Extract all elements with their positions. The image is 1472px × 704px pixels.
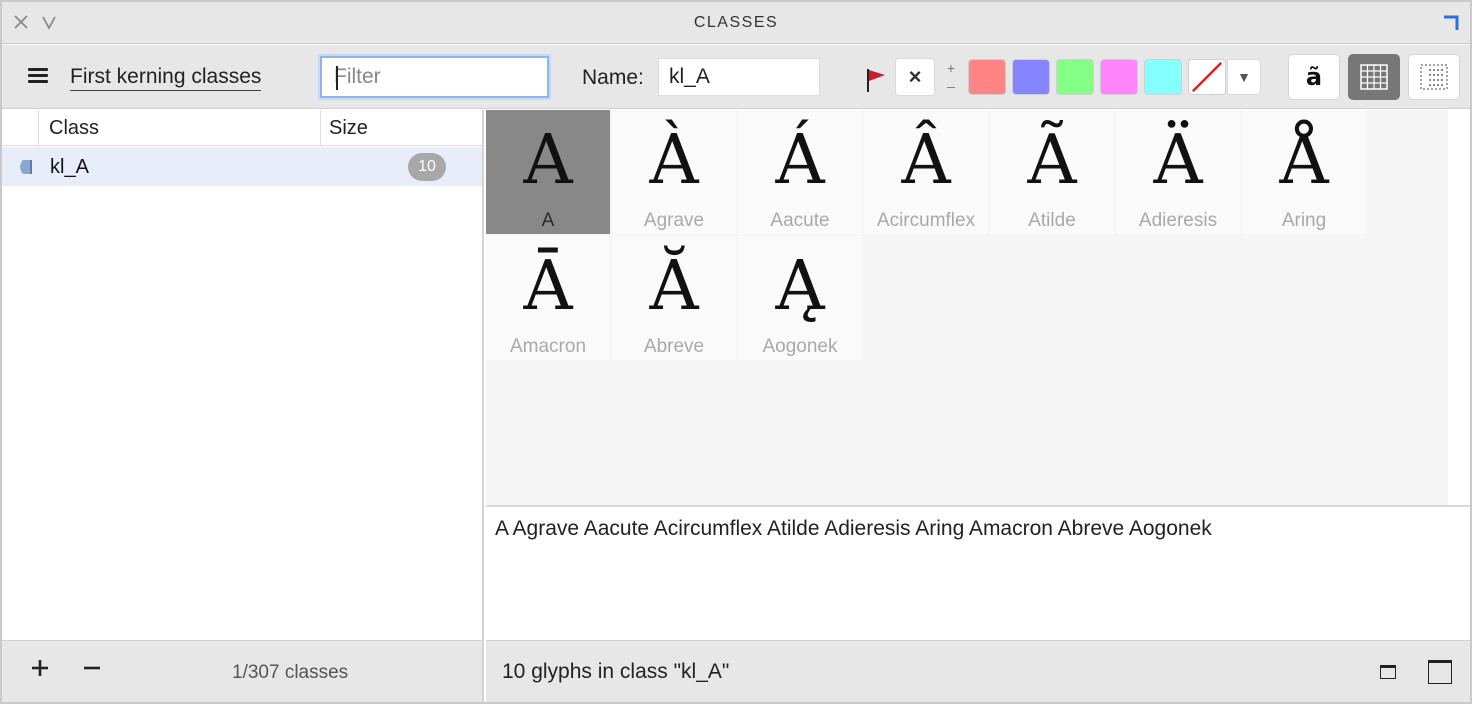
list-footer: 1/307 classes: [2, 640, 484, 702]
remove-class-button[interactable]: [80, 656, 104, 680]
glyph-cell[interactable]: Ā Amacron: [486, 236, 610, 360]
swatch-red[interactable]: [968, 59, 1006, 95]
glyph-preview-button[interactable]: ã: [1288, 54, 1340, 100]
glyph-name: Aring: [1281, 210, 1327, 231]
toolbar: First kerning classes Name: kl_A × + – ▼: [2, 45, 1470, 109]
glyph-name: Atilde: [1028, 210, 1076, 231]
title-bar: CLASSES: [2, 2, 1470, 44]
glyph-cell[interactable]: Â Acircumflex: [864, 110, 988, 234]
glyph-cell[interactable]: Å Aring: [1242, 110, 1366, 234]
swatch-pink[interactable]: [1100, 59, 1138, 95]
small-window-icon[interactable]: [1380, 665, 1396, 679]
glyph-image: Ã: [1027, 121, 1077, 200]
name-field[interactable]: kl_A: [658, 58, 820, 96]
left-side-class-icon: [20, 160, 32, 174]
grid-scrollbar[interactable]: [1448, 110, 1470, 505]
glyph-image: Á: [775, 121, 825, 200]
glyph-image: Ą: [775, 247, 825, 326]
glyph-name: Abreve: [643, 336, 705, 357]
list-icon: [1420, 64, 1448, 90]
color-dropdown[interactable]: ▼: [1227, 59, 1261, 95]
glyph-name: Aacute: [770, 210, 830, 231]
list-header: Class Size: [2, 110, 482, 146]
class-size-badge: 10: [408, 153, 446, 181]
minus-label[interactable]: –: [945, 77, 957, 95]
atilde-icon: ã: [1305, 63, 1323, 91]
glyph-cell[interactable]: Á Aacute: [738, 110, 862, 234]
glyph-names-text[interactable]: A Agrave Aacute Acircumflex Atilde Adier…: [486, 507, 1470, 640]
glyph-cell[interactable]: Ą Aogonek: [738, 236, 862, 360]
hamburger-icon[interactable]: [28, 68, 48, 86]
glyph-cell[interactable]: Ă Abreve: [612, 236, 736, 360]
glyph-image: À: [649, 121, 699, 200]
column-header-size[interactable]: Size: [320, 110, 482, 146]
glyph-name: Aogonek: [762, 336, 838, 357]
glyph-image: Ă: [649, 247, 699, 326]
glyph-name: Acircumflex: [876, 210, 976, 231]
class-list-pane: Class Size kl_A 10: [2, 110, 484, 640]
text-caret: [336, 66, 338, 90]
glyph-cell[interactable]: À Agrave: [612, 110, 736, 234]
glyph-name: Adieresis: [1138, 210, 1218, 231]
grid-view-button[interactable]: [1348, 54, 1400, 100]
plus-label[interactable]: +: [945, 59, 957, 77]
glyph-name: Amacron: [509, 336, 587, 357]
glyph-image: Å: [1279, 121, 1329, 200]
glyph-grid: A A À Agrave Á Aacute Â Acircumflex Ã At…: [486, 110, 1448, 505]
clear-color-button[interactable]: ×: [895, 58, 935, 96]
name-label: Name:: [582, 66, 644, 89]
kerning-mode-selector[interactable]: First kerning classes: [70, 65, 262, 91]
swatch-cyan[interactable]: [1144, 59, 1182, 95]
swatch-none[interactable]: [1188, 59, 1226, 95]
glyph-name: A: [541, 210, 555, 231]
grid-icon: [1360, 64, 1388, 90]
glyph-cell[interactable]: Ã Atilde: [990, 110, 1114, 234]
glyph-footer: 10 glyphs in class "kl_A": [486, 640, 1470, 702]
class-name: kl_A: [50, 156, 89, 178]
large-window-icon[interactable]: [1428, 660, 1452, 684]
swatch-green[interactable]: [1056, 59, 1094, 95]
glyph-name: Agrave: [643, 210, 705, 231]
status-text: 10 glyphs in class "kl_A": [502, 660, 730, 683]
add-class-button[interactable]: [28, 656, 52, 680]
swatch-blue[interactable]: [1012, 59, 1050, 95]
class-row[interactable]: kl_A 10: [2, 147, 482, 186]
flag-icon[interactable]: [864, 67, 888, 93]
glyph-image: Â: [901, 121, 951, 200]
dock-corner-icon[interactable]: [1442, 14, 1460, 32]
filter-input[interactable]: [322, 58, 547, 96]
class-count: 1/307 classes: [232, 662, 349, 683]
filter-field[interactable]: [320, 56, 549, 98]
glyph-image: A: [523, 121, 573, 200]
glyph-cell[interactable]: A A: [486, 110, 610, 234]
column-header-class[interactable]: Class: [38, 110, 320, 146]
glyph-image: Ä: [1153, 121, 1203, 200]
no-color-icon: [1191, 61, 1223, 93]
classes-window: CLASSES First kerning classes Name: kl_A…: [0, 0, 1472, 704]
window-title: CLASSES: [693, 14, 779, 31]
glyph-image: Ā: [523, 247, 573, 326]
glyph-cell[interactable]: Ä Adieresis: [1116, 110, 1240, 234]
list-view-button[interactable]: [1408, 54, 1460, 100]
plus-minus-stepper[interactable]: + –: [945, 59, 957, 95]
